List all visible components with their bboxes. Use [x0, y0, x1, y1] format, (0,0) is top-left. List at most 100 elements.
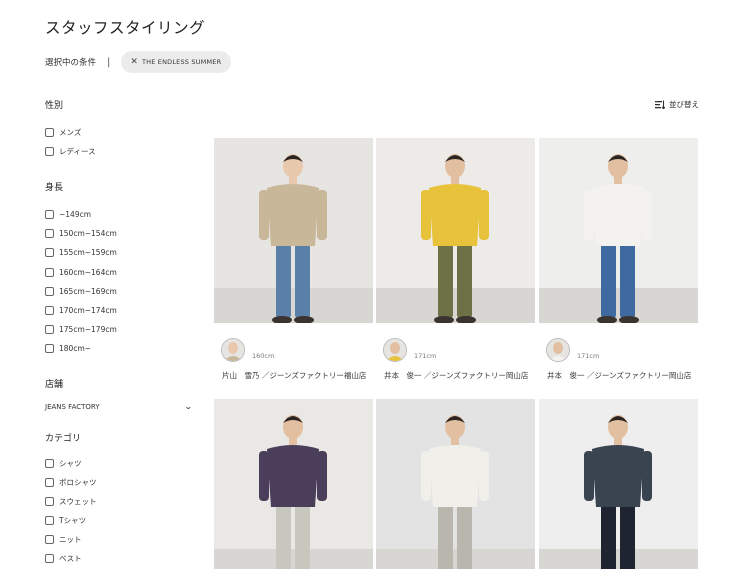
page-title: スタッフスタイリング	[45, 19, 206, 37]
sort-button[interactable]: 並び替え	[655, 99, 699, 110]
filter-store-title: 店舗	[45, 379, 64, 390]
filter-option-label: 165cm~169cm	[59, 286, 117, 296]
close-icon[interactable]: ✕	[130, 57, 138, 67]
filter-option-ladies[interactable]: レディース	[45, 142, 195, 161]
filter-option-category[interactable]: シャツ	[45, 454, 195, 473]
outfit-figure	[539, 138, 698, 323]
filter-option-height[interactable]: 170cm~174cm	[45, 301, 195, 320]
checkbox[interactable]	[45, 248, 54, 258]
selected-conditions-label: 選択中の条件	[45, 58, 97, 68]
checkbox[interactable]	[45, 535, 54, 545]
styling-photo[interactable]	[376, 138, 535, 323]
filter-option-label: レディース	[59, 147, 96, 157]
outfit-figure	[214, 399, 373, 569]
filter-option-label: 170cm~174cm	[59, 305, 117, 315]
styling-photo[interactable]	[214, 138, 373, 323]
filter-option-category[interactable]: スウェット	[45, 492, 195, 511]
filter-option-label: ニット	[59, 535, 82, 545]
filter-height-title: 身長	[45, 183, 64, 194]
filter-option-height[interactable]: 160cm~164cm	[45, 262, 195, 281]
styling-card[interactable]: 160cm 片山 雪乃 ／ジーンズファクトリー福山店	[214, 138, 373, 380]
sort-icon	[655, 100, 665, 109]
checkbox[interactable]	[45, 267, 54, 277]
conditions-separator: |	[107, 56, 111, 68]
selected-conditions: 選択中の条件 | ✕ THE ENDLESS SUMMER	[45, 51, 232, 73]
filter-option-label: 150cm~154cm	[59, 229, 117, 239]
filter-option-label: 175cm~179cm	[59, 324, 117, 334]
checkbox[interactable]	[45, 458, 54, 468]
filter-option-label: ベスト	[59, 554, 82, 564]
filter-option-label: メンズ	[59, 128, 82, 138]
filter-option-label: 160cm~164cm	[59, 267, 117, 277]
checkbox[interactable]	[45, 554, 54, 564]
filter-option-category[interactable]: Tシャツ	[45, 511, 195, 530]
outfit-figure	[376, 138, 535, 323]
checkbox[interactable]	[45, 128, 54, 138]
styling-photo[interactable]	[214, 399, 373, 569]
store-select[interactable]: JEANS FACTORY ⌄	[45, 400, 194, 414]
filter-sidebar: 性別 メンズ レディース 身長 ~149cm 150cm~154cm 155cm…	[45, 99, 195, 569]
chevron-down-icon: ⌄	[184, 402, 194, 412]
filter-option-label: Tシャツ	[59, 516, 87, 526]
filter-chip-label: THE ENDLESS SUMMER	[141, 58, 222, 66]
outfit-figure	[214, 138, 373, 323]
filter-option-category[interactable]: ニット	[45, 530, 195, 549]
filter-option-height[interactable]: 175cm~179cm	[45, 320, 195, 339]
filter-option-height[interactable]: 180cm~	[45, 339, 195, 358]
styling-photo[interactable]	[376, 399, 535, 569]
filter-chip-the-endless-summer[interactable]: ✕ THE ENDLESS SUMMER	[121, 51, 232, 73]
checkbox[interactable]	[45, 324, 54, 334]
filter-option-height[interactable]: ~149cm	[45, 205, 195, 224]
checkbox[interactable]	[45, 229, 54, 239]
checkbox[interactable]	[45, 516, 54, 526]
filter-category-title: カテゴリ	[45, 433, 82, 444]
staff-height: 171cm	[414, 352, 437, 360]
sort-label: 並び替え	[669, 100, 699, 109]
filter-option-category[interactable]: ポロシャツ	[45, 473, 195, 492]
checkbox[interactable]	[45, 478, 54, 488]
checkbox[interactable]	[45, 497, 54, 507]
outfit-figure	[376, 399, 535, 569]
styling-card[interactable]	[539, 399, 698, 569]
checkbox[interactable]	[45, 147, 54, 157]
filter-category: カテゴリ シャツ ポロシャツ スウェット Tシャツ ニット ベスト	[45, 432, 195, 569]
styling-photo[interactable]	[539, 138, 698, 323]
avatar-image	[384, 339, 406, 361]
filter-option-label: 155cm~159cm	[59, 248, 117, 258]
staff-name-store[interactable]: 片山 雪乃 ／ジーンズファクトリー福山店	[222, 370, 366, 381]
filter-option-label: 180cm~	[59, 343, 92, 353]
filter-option-height[interactable]: 165cm~169cm	[45, 282, 195, 301]
filter-option-label: シャツ	[59, 458, 82, 468]
staff-height: 160cm	[252, 352, 275, 360]
filter-option-height[interactable]: 150cm~154cm	[45, 224, 195, 243]
filter-store: 店舗 JEANS FACTORY ⌄	[45, 378, 195, 414]
staff-height: 171cm	[577, 352, 600, 360]
checkbox[interactable]	[45, 286, 54, 296]
avatar-image	[547, 339, 569, 361]
filter-option-height[interactable]: 155cm~159cm	[45, 243, 195, 262]
checkbox[interactable]	[45, 305, 54, 315]
avatar-image	[222, 339, 244, 361]
avatar[interactable]	[383, 338, 407, 362]
filter-option-label: スウェット	[59, 497, 97, 507]
outfit-figure	[539, 399, 698, 569]
styling-card[interactable]	[376, 399, 535, 569]
avatar[interactable]	[221, 338, 245, 362]
styling-card[interactable]: 171cm 井本 俊一 ／ジーンズファクトリー岡山店	[539, 138, 698, 380]
styling-photo[interactable]	[539, 399, 698, 569]
styling-card[interactable]	[214, 399, 373, 569]
filter-option-label: ~149cm	[59, 210, 92, 220]
styling-card[interactable]: 171cm 井本 俊一 ／ジーンズファクトリー岡山店	[376, 138, 535, 380]
filter-height: 身長 ~149cm 150cm~154cm 155cm~159cm 160cm~…	[45, 181, 195, 358]
filter-gender: 性別 メンズ レディース	[45, 99, 195, 161]
filter-option-label: ポロシャツ	[59, 478, 97, 488]
filter-option-mens[interactable]: メンズ	[45, 123, 195, 142]
checkbox[interactable]	[45, 343, 54, 353]
avatar[interactable]	[546, 338, 570, 362]
filter-gender-title: 性別	[45, 101, 64, 111]
filter-option-category[interactable]: ベスト	[45, 549, 195, 568]
staff-name-store[interactable]: 井本 俊一 ／ジーンズファクトリー岡山店	[384, 370, 528, 381]
staff-name-store[interactable]: 井本 俊一 ／ジーンズファクトリー岡山店	[547, 370, 691, 381]
checkbox[interactable]	[45, 210, 54, 220]
store-select-value: JEANS FACTORY	[45, 402, 100, 411]
